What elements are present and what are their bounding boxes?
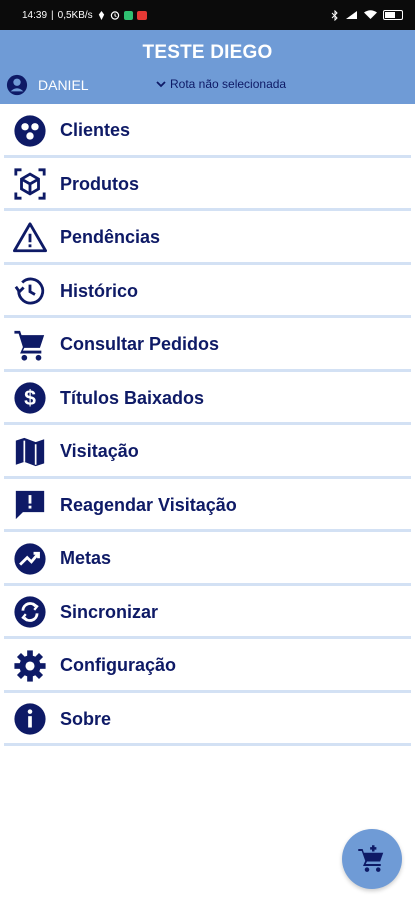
menu-item-reagendar-visitacao[interactable]: Reagendar Visitação <box>0 479 415 533</box>
menu-item-label: Consultar Pedidos <box>60 334 220 355</box>
menu-item-configuracao[interactable]: Configuração <box>0 639 415 693</box>
status-network-speed: 0,5KB/s <box>57 9 93 21</box>
clients-icon <box>12 113 48 149</box>
menu-item-label: Clientes <box>60 120 131 141</box>
history-icon <box>12 273 48 309</box>
new-order-button[interactable] <box>342 829 402 889</box>
menu-item-produtos[interactable]: Produtos <box>0 158 415 212</box>
menu-item-label: Metas <box>60 548 112 569</box>
menu-item-label: Títulos Baixados <box>60 387 205 408</box>
route-selector[interactable]: Rota não selecionada <box>156 77 286 91</box>
menu-item-pendencias[interactable]: Pendências <box>0 211 415 265</box>
account-icon <box>6 74 28 96</box>
menu-item-metas[interactable]: Metas <box>0 532 415 586</box>
chevron-down-icon <box>156 80 166 88</box>
menu-item-label: Histórico <box>60 280 139 301</box>
pin-icon <box>97 10 106 20</box>
user-info: DANIEL <box>6 74 89 96</box>
battery-icon <box>383 10 403 20</box>
menu-item-sincronizar[interactable]: Sincronizar <box>0 586 415 640</box>
user-name: DANIEL <box>38 77 89 93</box>
main-menu: Clientes Produtos Pendências Histórico C… <box>0 104 415 746</box>
feedback-icon <box>12 487 48 523</box>
app-green-icon <box>123 10 133 20</box>
menu-item-historico[interactable]: Histórico <box>0 265 415 319</box>
app-red-icon <box>136 10 147 20</box>
trending-icon <box>12 541 48 577</box>
status-bar: 14:39 | 0,5KB/s <box>0 0 415 30</box>
menu-item-label: Pendências <box>60 227 161 248</box>
dollar-icon: $ <box>12 380 48 416</box>
bluetooth-icon <box>331 9 339 21</box>
add-cart-icon <box>357 844 387 874</box>
svg-text:$: $ <box>24 386 36 410</box>
menu-item-sobre[interactable]: Sobre <box>0 693 415 747</box>
gear-icon <box>12 648 48 684</box>
route-label: Rota não selecionada <box>170 77 287 91</box>
menu-item-visitacao[interactable]: Visitação <box>0 425 415 479</box>
menu-item-clientes[interactable]: Clientes <box>0 104 415 158</box>
wifi-icon <box>364 10 377 20</box>
menu-item-consultar-pedidos[interactable]: Consultar Pedidos <box>0 318 415 372</box>
sync-icon <box>12 594 48 630</box>
signal-icon <box>345 10 358 20</box>
menu-item-label: Produtos <box>60 173 139 194</box>
menu-item-titulos-baixados[interactable]: $ Títulos Baixados <box>0 372 415 426</box>
map-icon <box>12 434 48 470</box>
warning-icon <box>12 220 48 256</box>
menu-item-label: Reagendar Visitação <box>60 494 237 515</box>
menu-item-label: Visitação <box>60 441 139 462</box>
menu-item-label: Sincronizar <box>60 601 159 622</box>
page-title: TESTE DIEGO <box>142 42 273 63</box>
products-icon <box>12 166 48 202</box>
app-header: TESTE DIEGO DANIEL Rota não selecionada <box>0 30 415 104</box>
cart-icon <box>12 327 48 363</box>
menu-item-label: Sobre <box>60 708 112 729</box>
info-icon <box>12 701 48 737</box>
alarm-icon <box>110 10 120 20</box>
menu-item-label: Configuração <box>60 655 177 676</box>
status-time: 14:39 <box>22 9 48 21</box>
